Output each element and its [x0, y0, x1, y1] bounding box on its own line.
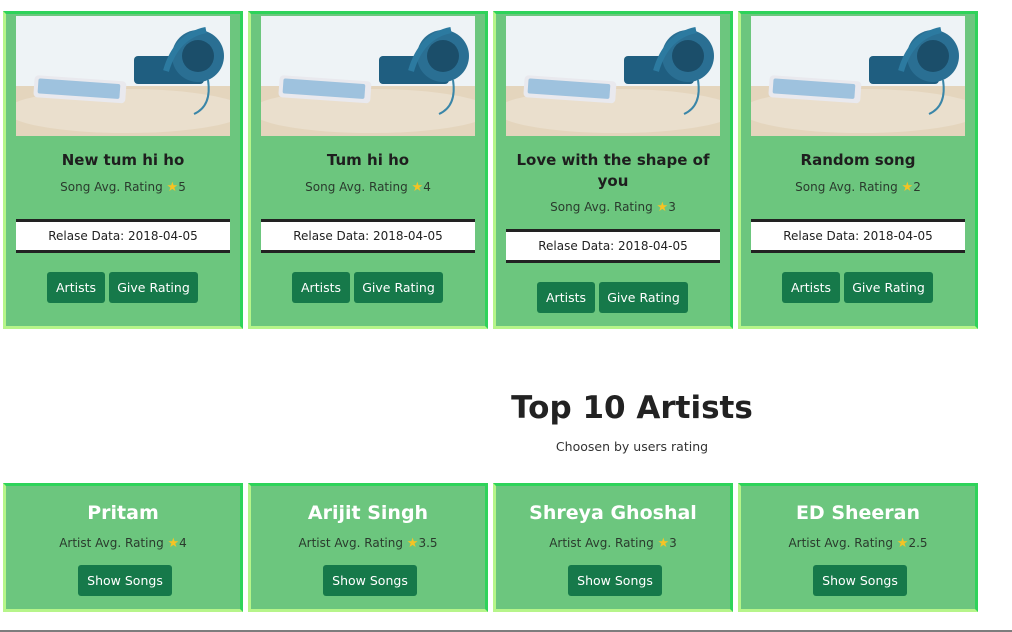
- artist-rating: Artist Avg. Rating ★2.5: [741, 535, 975, 552]
- artist-name: ED Sheeran: [795, 502, 921, 524]
- show-songs-button[interactable]: Show Songs: [568, 565, 662, 596]
- artist-name: Shreya Ghoshal: [529, 502, 697, 524]
- release-date: Relase Data: 2018-04-05: [16, 219, 230, 253]
- star-icon: ★: [656, 200, 669, 215]
- artist-rating: Artist Avg. Rating ★3: [496, 535, 730, 552]
- give-rating-button[interactable]: Give Rating: [599, 282, 688, 313]
- release-date: Relase Data: 2018-04-05: [751, 219, 965, 253]
- song-card: Random song Song Avg. Rating ★2 Relase D…: [738, 11, 978, 329]
- song-title: Random song: [800, 151, 916, 169]
- give-rating-button[interactable]: Give Rating: [844, 272, 933, 303]
- artist-card: Arijit Singh Artist Avg. Rating ★3.5 Sho…: [248, 483, 488, 612]
- song-thumbnail-image: [261, 16, 475, 136]
- show-songs-button[interactable]: Show Songs: [323, 565, 417, 596]
- rating-label: Artist Avg. Rating: [788, 536, 893, 550]
- song-rating: Song Avg. Rating ★2: [741, 179, 975, 196]
- star-icon: ★: [406, 536, 419, 551]
- rating-value: 2.5: [908, 536, 928, 550]
- artist-name: Arijit Singh: [307, 502, 429, 524]
- rating-value: 2: [913, 180, 921, 194]
- song-thumbnail-image: [751, 16, 965, 136]
- rating-value: 3.5: [418, 536, 438, 550]
- star-icon: ★: [166, 180, 179, 195]
- artists-button[interactable]: Artists: [292, 272, 350, 303]
- rating-label: Song Avg. Rating: [60, 180, 163, 194]
- section-subtitle: Choosen by users rating: [555, 439, 709, 454]
- song-card: Tum hi ho Song Avg. Rating ★4 Relase Dat…: [248, 11, 488, 329]
- release-date: Relase Data: 2018-04-05: [506, 229, 720, 263]
- rating-label: Song Avg. Rating: [550, 200, 653, 214]
- song-rating: Song Avg. Rating ★3: [496, 199, 730, 216]
- artist-rating: Artist Avg. Rating ★3.5: [251, 535, 485, 552]
- song-thumbnail-image: [506, 16, 720, 136]
- rating-value: 4: [423, 180, 431, 194]
- star-icon: ★: [657, 536, 670, 551]
- star-icon: ★: [167, 536, 180, 551]
- star-icon: ★: [901, 180, 914, 195]
- release-date: Relase Data: 2018-04-05: [261, 219, 475, 253]
- give-rating-button[interactable]: Give Rating: [354, 272, 443, 303]
- star-icon: ★: [411, 180, 424, 195]
- song-title: Love with the shape of you: [516, 151, 710, 190]
- rating-value: 4: [179, 536, 187, 550]
- rating-label: Song Avg. Rating: [305, 180, 408, 194]
- song-rating: Song Avg. Rating ★5: [6, 179, 240, 196]
- artist-card: ED Sheeran Artist Avg. Rating ★2.5 Show …: [738, 483, 978, 612]
- rating-value: 5: [178, 180, 186, 194]
- artist-name: Pritam: [87, 502, 159, 524]
- section-title: Top 10 Artists: [511, 390, 753, 426]
- song-title: Tum hi ho: [326, 151, 410, 169]
- song-rating: Song Avg. Rating ★4: [251, 179, 485, 196]
- artist-card: Shreya Ghoshal Artist Avg. Rating ★3 Sho…: [493, 483, 733, 612]
- artists-button[interactable]: Artists: [782, 272, 840, 303]
- rating-label: Artist Avg. Rating: [549, 536, 654, 550]
- rating-label: Song Avg. Rating: [795, 180, 898, 194]
- artist-card: Pritam Artist Avg. Rating ★4 Show Songs: [3, 483, 243, 612]
- rating-label: Artist Avg. Rating: [298, 536, 403, 550]
- star-icon: ★: [896, 536, 909, 551]
- rating-value: 3: [668, 200, 676, 214]
- song-thumbnail-image: [16, 16, 230, 136]
- show-songs-button[interactable]: Show Songs: [813, 565, 907, 596]
- artist-rating: Artist Avg. Rating ★4: [6, 535, 240, 552]
- artists-button[interactable]: Artists: [537, 282, 595, 313]
- rating-label: Artist Avg. Rating: [59, 536, 164, 550]
- song-card: New tum hi ho Song Avg. Rating ★5 Relase…: [3, 11, 243, 329]
- artists-button[interactable]: Artists: [47, 272, 105, 303]
- give-rating-button[interactable]: Give Rating: [109, 272, 198, 303]
- rating-value: 3: [669, 536, 677, 550]
- song-card: Love with the shape of you Song Avg. Rat…: [493, 11, 733, 329]
- song-title: New tum hi ho: [61, 151, 185, 169]
- show-songs-button[interactable]: Show Songs: [78, 565, 172, 596]
